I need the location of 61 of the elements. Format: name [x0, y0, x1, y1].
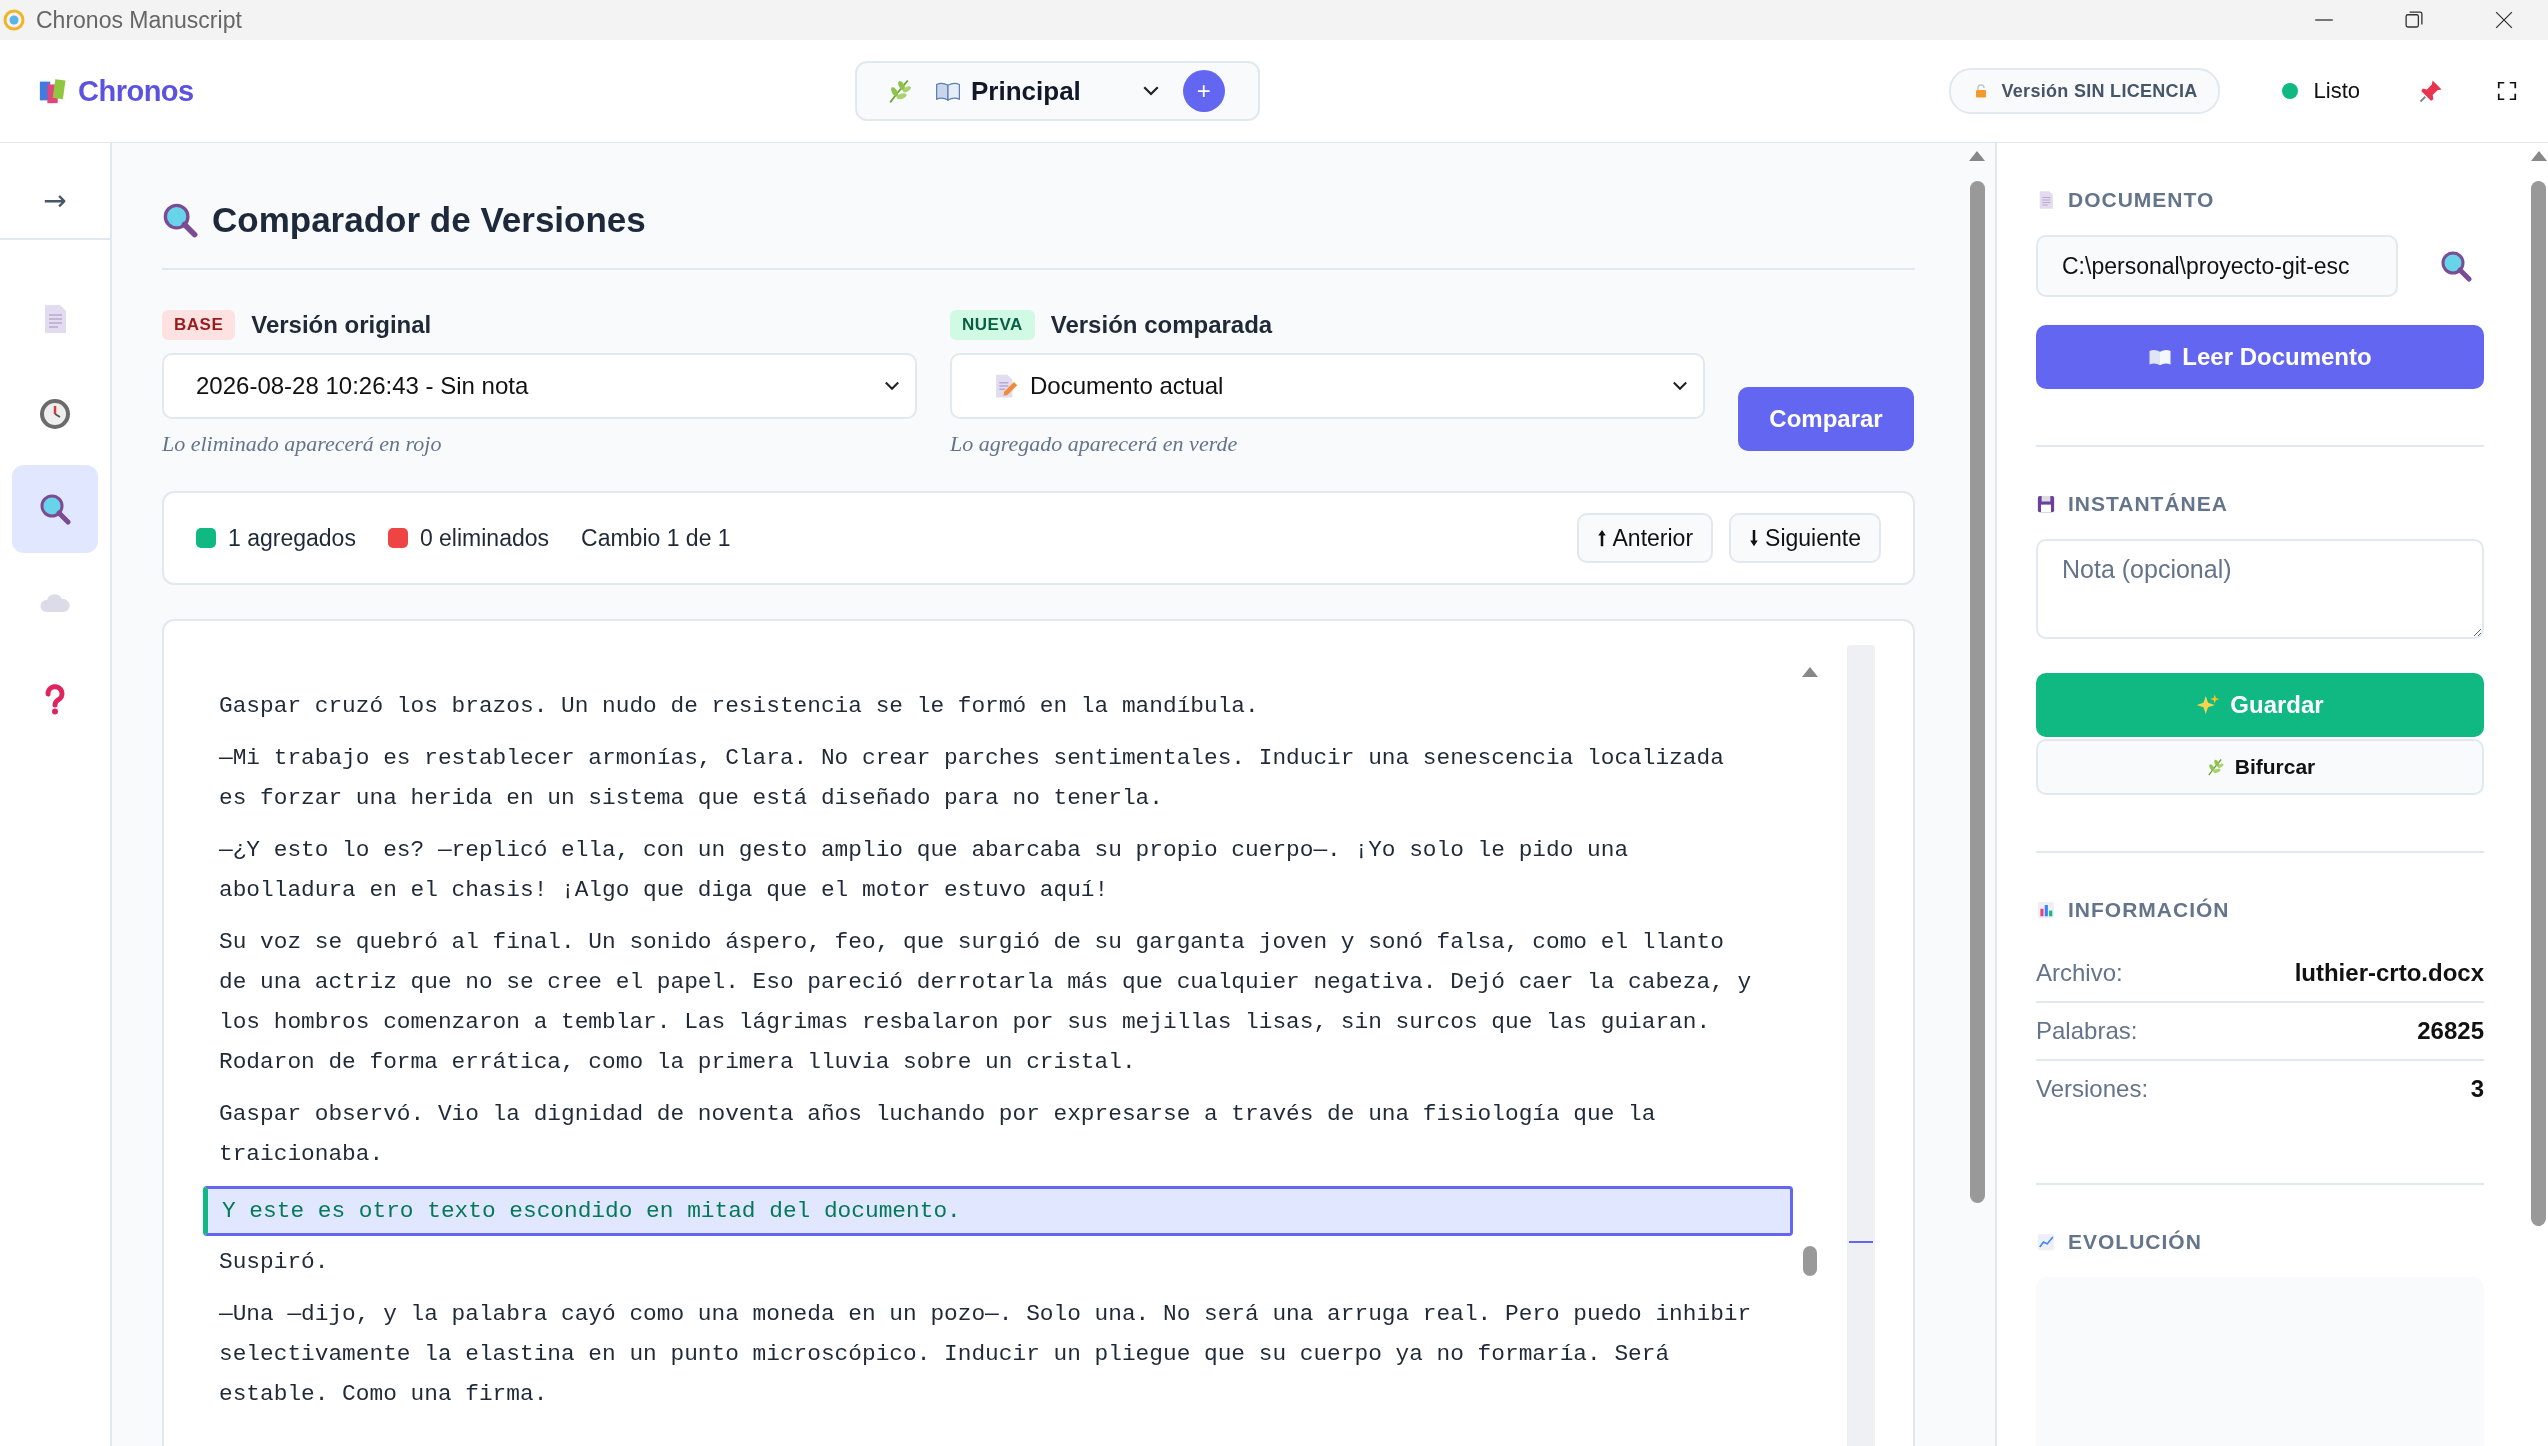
paragraph: —¿Y esto lo es? —replicó ella, con un gesto amplio que abarcaba su propio cuerpo—. ¡Yo solo le pido una abolladura en el chasis! ¡Algo que diga que el motor estuvo aquí! [218, 836, 1630, 905]
paragraph: Su voz se quebró al final. Un sonido áspero, feo, que surgió de su garganta joven y sonó falsa, como el llanto de una actriz que no se cree el papel. Eso pareció derrotarla más que cualquier negativa. Dejó caer la cabeza, y los hombros comenzaron a temblar. Las lágrimas resbalaron por sus mejillas lisas, sin surcos que las guiaran. Rodaron de forma errática, como la primera lluvia sobre un cristal. [218, 928, 1753, 1077]
field-label: Versión comparada [1050, 311, 1273, 339]
field-label: Versión original [251, 311, 432, 339]
fork-button[interactable]: Bifurcar [2036, 739, 2484, 795]
info-label: Versiones: [2036, 1075, 2149, 1103]
version-tag: BASE [162, 310, 236, 340]
paragraph: Suspiró. [218, 1248, 330, 1277]
info-value: 26825 [2417, 1017, 2484, 1045]
magnifier-icon [39, 493, 71, 525]
expand-sidebar-button[interactable]: → [39, 180, 71, 221]
line-chart-icon [2036, 1232, 2056, 1252]
change-marker [1849, 1241, 1873, 1243]
file-path-field[interactable]: C:\personal\proyecto-git-esc [2036, 235, 2398, 297]
pushpin-icon[interactable] [2418, 78, 2444, 104]
branch-selector[interactable]: Principal + [855, 61, 1260, 121]
section-title: DOCUMENTO [2068, 188, 2215, 212]
paragraph: —Una —dijo, y la palabra cayó como una moneda en un pozo—. Solo una. No será una arruga real. Pero puedo inhibir selectivamente la elastina en un punto microscópico. Inducir un pliegue que su cuerpo ya no formaría. Será estable. Como una firma. [218, 1300, 1753, 1409]
window-title: Chronos Manuscript [36, 6, 242, 34]
down-arrow-icon [1749, 528, 1760, 548]
magnifier-icon[interactable] [2440, 250, 2472, 282]
read-document-button[interactable]: Leer Documento [2036, 325, 2484, 389]
scrollbar-thumb[interactable] [1803, 1246, 1817, 1276]
bar-chart-icon [2036, 900, 2056, 920]
info-value: luthier-crto.docx [2294, 959, 2484, 987]
change-counter: Cambio 1 de 1 [581, 524, 731, 552]
sidebar-item[interactable] [12, 465, 98, 553]
added-paragraph: Y este es otro texto escondido en mitad del documento. [203, 1186, 1793, 1236]
next-change-button[interactable]: Siguiente [1729, 513, 1881, 563]
paragraph: —Mi trabajo es restablecer armonías, Clara. No crear parches sentimentales. Inducir una senescencia localizada es forzar una herida en un sistema que está diseñado para no tenerla. [218, 744, 1725, 813]
section-title: INSTANTÁNEA [2068, 492, 2228, 516]
previous-change-button[interactable]: Anterior [1576, 513, 1714, 563]
app-icon [2, 8, 26, 32]
fullscreen-icon[interactable] [2496, 80, 2518, 102]
paragraph: Gaspar observó. Vio la dignidad de noventa años luchando por expresarse a través de una fisiología que la traicionaba. [218, 1100, 1657, 1169]
version-tag: NUEVA [950, 310, 1035, 340]
info-value: 3 [2470, 1075, 2484, 1103]
books-logo-icon [38, 76, 68, 106]
section-title: INFORMACIÓN [2068, 898, 2230, 922]
legend-label: 1 agregados [228, 524, 356, 552]
up-arrow-icon [1596, 528, 1607, 548]
add-branch-button[interactable]: + [1182, 70, 1225, 112]
compare-button[interactable]: Comparar [1738, 387, 1914, 451]
legend-label: 0 eliminados [419, 524, 550, 552]
license-badge: Versión SIN LICENCIA [1949, 68, 2220, 114]
status-dot [2281, 83, 2298, 99]
hint-text: Lo agregado aparecerá en verde [950, 431, 1239, 457]
clock-icon [39, 398, 71, 430]
page-title: Comparador de Versiones [212, 200, 646, 240]
note-field[interactable]: Nota (opcional) [2036, 539, 2484, 639]
version-dropdown[interactable]: Documento actual [950, 353, 1705, 419]
status-label: Listo [2313, 78, 2360, 104]
magnifier-icon [162, 202, 198, 238]
info-label: Archivo: [2036, 959, 2123, 987]
section-title: EVOLUCIÓN [2068, 1230, 2202, 1254]
scroll-up-arrow[interactable] [1802, 667, 1818, 677]
hint-text: Lo eliminado aparecerá en rojo [162, 431, 443, 457]
info-label: Palabras: [2036, 1017, 2138, 1045]
paragraph: Gaspar cruzó los brazos. Un nudo de resistencia se le formó en la mandíbula. [218, 692, 1260, 721]
app-logo-text: Chronos [78, 74, 194, 108]
version-dropdown[interactable]: 2026-08-28 10:26:43 - Sin nota [162, 353, 917, 419]
